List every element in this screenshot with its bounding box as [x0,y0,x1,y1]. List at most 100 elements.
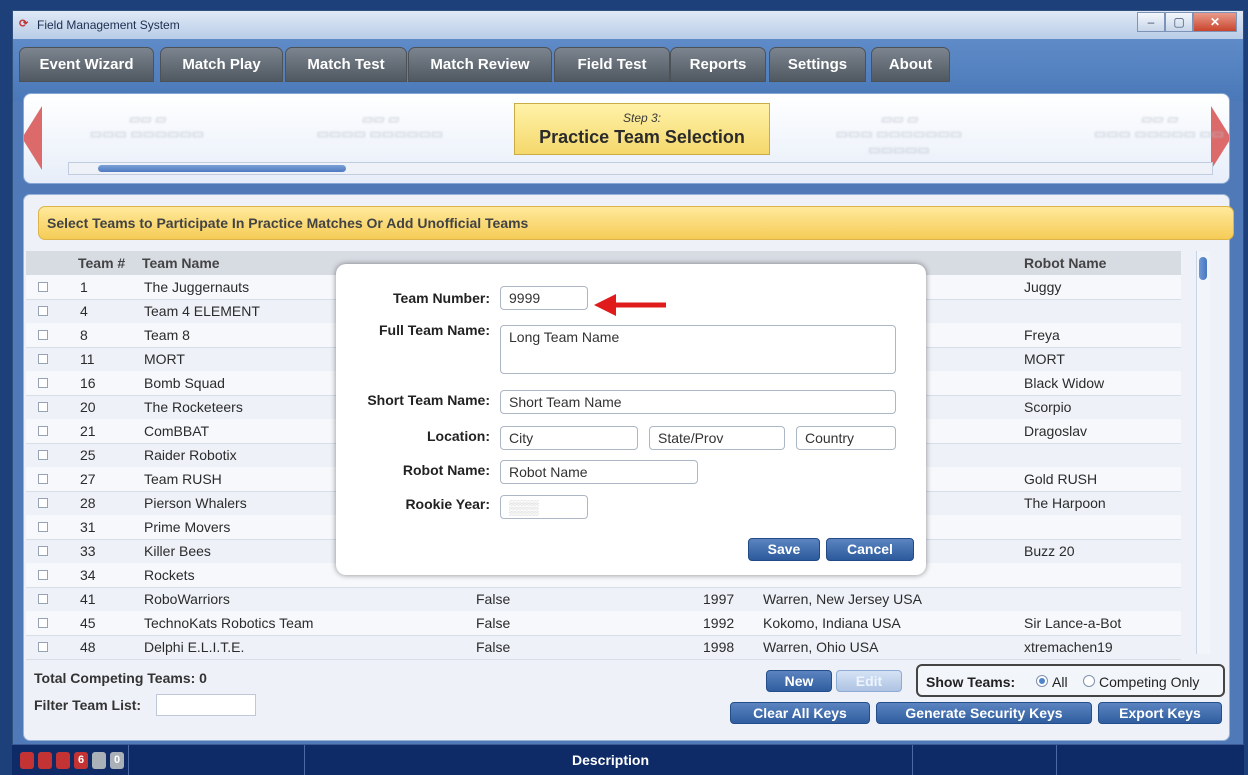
row-team-name: MORT [144,351,185,367]
row-team-name: Prime Movers [144,519,231,535]
team-number-input[interactable]: 9999 [500,286,588,310]
country-input[interactable]: Country [796,426,896,450]
scrollbar-thumb[interactable] [98,165,346,172]
short-team-name-input[interactable]: Short Team Name [500,390,896,414]
row-team-name: Team RUSH [144,471,222,487]
row-team-number: 25 [80,447,96,463]
show-teams-filter: Show Teams: All Competing Only [916,664,1225,697]
row-checkbox[interactable] [38,522,48,532]
city-input[interactable]: City [500,426,638,450]
row-robot-name: Scorpio [1024,399,1072,415]
table-row[interactable]: 45 TechnoKats Robotics Team False 1992 Kokom… [26,611,1181,636]
row-checkbox[interactable] [38,594,48,604]
row-location: Warren, Ohio USA [763,639,879,655]
table-vertical-scrollbar[interactable] [1196,251,1210,654]
table-row[interactable]: 48 Delphi E.L.I.T.E. False 1998 Warren, Ohio… [26,635,1181,660]
status-divider [1056,745,1057,775]
row-checkbox[interactable] [38,618,48,628]
row-team-number: 34 [80,567,96,583]
scrollbar-thumb[interactable] [1199,257,1207,280]
tab-settings[interactable]: Settings [769,47,866,82]
row-team-name: TechnoKats Robotics Team [144,615,314,631]
step-blurred: ▭▭ ▭ ▭▭▭ ▭▭▭▭▭ ▭▭ [1093,112,1225,141]
col-team-name[interactable]: Team Name [142,255,220,271]
row-checkbox[interactable] [38,354,48,364]
status-divider [912,745,913,775]
previous-step-arrow-icon[interactable] [24,106,42,170]
export-keys-button[interactable]: Export Keys [1098,702,1222,724]
status-indicators: 6 0 [12,745,132,775]
full-team-name-label: Full Team Name: [379,322,490,338]
col-team-number[interactable]: Team # [78,255,125,271]
filter-label: Filter Team List: [34,697,142,713]
state-province-input[interactable]: State/Prov [649,426,785,450]
minimize-button[interactable]: – [1137,12,1165,32]
new-team-button[interactable]: New [766,670,832,692]
row-robot-name: Gold RUSH [1024,471,1098,487]
row-checkbox[interactable] [38,330,48,340]
row-robot-name: xtremachen19 [1024,639,1113,655]
row-team-number: 41 [80,591,96,607]
show-teams-label: Show Teams: [926,674,1016,690]
row-team-number: 16 [80,375,96,391]
window-controls: – ▢ ✕ [1137,12,1237,32]
step-blurred: ▭▭ ▭ ▭▭▭ ▭▭▭▭▭▭▭ ▭▭▭▭▭ [835,112,963,157]
col-robot-name[interactable]: Robot Name [1024,255,1106,271]
full-team-name-input[interactable]: Long Team Name [500,325,896,374]
current-step-name: Practice Team Selection [539,127,745,147]
row-checkbox[interactable] [38,306,48,316]
row-checkbox[interactable] [38,570,48,580]
row-key-generated: False [476,639,511,655]
table-row[interactable]: 41 RoboWarriors False 1997 Warren, New Jerse… [26,587,1181,612]
clear-all-keys-button[interactable]: Clear All Keys [730,702,870,724]
short-team-name-label: Short Team Name: [367,392,490,408]
row-team-name: The Rocketeers [144,399,243,415]
status-light [56,751,70,769]
save-button[interactable]: Save [748,538,820,561]
edit-team-button[interactable]: Edit [836,670,902,692]
close-button[interactable]: ✕ [1193,12,1237,32]
tab-reports[interactable]: Reports [670,47,766,82]
row-team-name: Raider Robotix [144,447,237,463]
status-light [20,751,34,769]
row-robot-name: The Harpoon [1024,495,1106,511]
current-step[interactable]: Step 3: Practice Team Selection [514,103,770,155]
tab-match-review[interactable]: Match Review [408,47,552,82]
app-logo-icon: ⟳ [19,18,29,30]
generate-security-keys-button[interactable]: Generate Security Keys [876,702,1092,724]
row-team-name: Team 4 ELEMENT [144,303,260,319]
row-team-number: 27 [80,471,96,487]
robot-name-label: Robot Name: [402,462,490,478]
row-checkbox[interactable] [38,546,48,556]
tab-match-play[interactable]: Match Play [160,47,283,82]
rookie-year-input[interactable]: ▒▒▒ [500,495,588,519]
radio-all-label[interactable]: All [1052,674,1068,690]
row-checkbox[interactable] [38,450,48,460]
title-bar: ⟳ Field Management System – ▢ ✕ [13,11,1243,40]
row-checkbox[interactable] [38,498,48,508]
step-blurred: ▭▭ ▭ ▭▭▭ ▭▭▭▭▭▭ [89,112,205,141]
row-checkbox[interactable] [38,282,48,292]
location-label: Location: [427,428,490,444]
tab-event-wizard[interactable]: Event Wizard [19,47,154,82]
radio-all[interactable] [1036,675,1048,687]
tab-match-test[interactable]: Match Test [285,47,407,82]
maximize-button[interactable]: ▢ [1165,12,1193,32]
filter-team-input[interactable] [156,694,256,716]
radio-competing-label[interactable]: Competing Only [1099,674,1199,690]
cancel-button[interactable]: Cancel [826,538,914,561]
row-checkbox[interactable] [38,642,48,652]
rookie-year-label: Rookie Year: [405,496,490,512]
row-checkbox[interactable] [38,378,48,388]
tab-about[interactable]: About [871,47,950,82]
radio-competing-only[interactable] [1083,675,1095,687]
row-checkbox[interactable] [38,474,48,484]
wizard-horizontal-scrollbar[interactable] [68,162,1213,175]
tab-field-test[interactable]: Field Test [554,47,670,82]
robot-name-input[interactable]: Robot Name [500,460,698,484]
row-robot-name: Buzz 20 [1024,543,1075,559]
row-checkbox[interactable] [38,402,48,412]
row-checkbox[interactable] [38,426,48,436]
row-team-name: Killer Bees [144,543,211,559]
row-key-generated: False [476,591,511,607]
